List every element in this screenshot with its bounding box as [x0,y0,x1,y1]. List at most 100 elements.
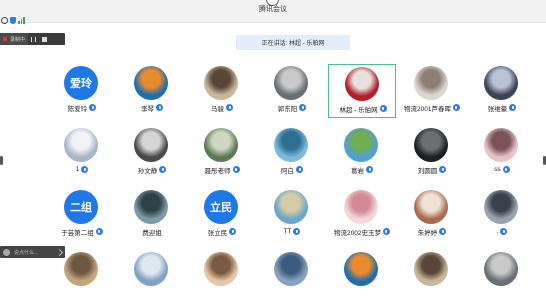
participant-tile[interactable]: 李琴 [118,64,186,118]
participant-tile[interactable] [468,250,536,304]
mic-icon[interactable] [299,104,307,111]
avatar [414,128,448,162]
signal-icon[interactable] [18,16,25,24]
participant-tile[interactable]: ss [468,126,536,180]
avatar [344,252,378,286]
participant-tile[interactable]: 张维豪 [468,64,536,118]
participant-name-row: 朱婷婷 [398,227,466,237]
participant-name: . [496,228,499,235]
avatar [484,252,518,286]
mic-icon[interactable] [509,104,517,111]
participant-tile[interactable]: 1 [48,126,116,180]
participant-tile[interactable]: 林超 - 乐舶网 [328,64,396,118]
participant-tile[interactable] [258,250,326,304]
participant-tile[interactable]: TT [258,188,326,242]
mic-icon[interactable] [229,228,237,235]
participant-tile[interactable]: 刘圆圆 [398,126,466,180]
prev-page-handle[interactable] [0,156,3,165]
avatar [274,66,308,100]
participant-name: 聂彤老师 [204,167,231,175]
participant-tile[interactable]: 朱婷婷 [398,188,466,242]
mic-icon[interactable] [500,228,508,235]
avatar [414,252,448,286]
participant-name-row: 于芸第二组 [48,227,116,237]
participant-name-row: 1 [48,165,116,174]
mic-icon[interactable] [156,104,163,111]
participant-name: 孙文静 [137,167,158,175]
mic-icon[interactable] [439,228,447,235]
avatar [484,190,518,224]
recording-label: 录制中 [10,36,26,43]
info-icon[interactable] [1,16,8,24]
participant-tile[interactable] [188,250,256,304]
participant-name-row: 葛岩 [328,165,396,175]
participant-tile[interactable]: 费迎姐 [118,188,186,242]
mic-icon[interactable] [452,104,460,111]
participant-name: 物流2002史玉梦 [334,229,381,237]
mic-icon[interactable] [439,166,447,173]
participant-name: 林超 - 乐舶网 [339,106,378,114]
participant-tile[interactable] [48,250,116,304]
participant-tile[interactable]: . [468,188,536,242]
send-icon[interactable] [55,248,64,256]
recording-indicator[interactable]: 录制中 [0,33,29,45]
avatar: 爱玲 [64,66,98,100]
mic-icon[interactable] [502,166,510,173]
mic-icon[interactable] [81,166,89,173]
avatar [274,190,308,224]
avatar: 二组 [64,190,98,224]
pause-icon [31,36,37,42]
participant-name-row: 马骏 [188,103,256,113]
stop-icon [42,36,48,42]
participant-tile[interactable]: 聂彤老师 [188,126,256,180]
participant-tile[interactable]: 葛岩 [328,126,396,180]
stop-recording-button[interactable] [39,33,50,45]
participant-name-row: 李琴 [118,103,186,113]
participant-tile[interactable] [398,250,466,304]
participant-name: 葛岩 [351,167,364,175]
participant-name: 陈爱玲 [67,105,88,113]
mic-icon[interactable] [226,104,233,111]
chat-input[interactable]: 说点什么... [0,246,65,258]
mic-icon[interactable] [232,166,240,173]
participant-name-row: 物流2001芦春晖 [398,103,466,113]
participant-tile[interactable] [328,250,396,304]
participant-name-row: ss [468,165,536,174]
mic-icon[interactable] [293,228,301,235]
mic-icon[interactable] [379,105,387,112]
participant-name: TT [283,228,292,235]
mic-icon[interactable] [382,228,390,235]
avatar: 立民 [204,190,238,224]
participant-name: 张维豪 [487,105,508,113]
mic-icon[interactable] [366,166,373,173]
participant-tile[interactable]: 孙文静 [118,126,186,180]
title-bar: 腾讯会议 [0,0,546,24]
pause-recording-button[interactable] [28,33,39,45]
mic-icon[interactable] [159,166,167,173]
mic-icon[interactable] [296,166,303,173]
mic-icon[interactable] [95,228,103,235]
participant-tile[interactable]: 郭东阳 [258,64,326,118]
participant-name-row: 刘圆圆 [398,165,466,175]
avatar [414,66,448,100]
avatar [204,66,238,100]
avatar [484,66,518,100]
participant-tile[interactable]: 物流2001芦春晖 [398,64,466,118]
participant-tile[interactable]: 阿白 [258,126,326,180]
shield-icon[interactable] [10,16,16,24]
participant-tile[interactable]: 马骏 [188,64,256,118]
participant-tile[interactable]: 物流2002史玉梦 [328,188,396,242]
avatar [204,252,238,286]
participant-tile[interactable]: 立民 张立民 [188,188,256,242]
app-title: 腾讯会议 [259,6,287,13]
chat-placeholder: 说点什么... [14,249,39,256]
participant-name: ss [494,166,501,173]
participant-tile[interactable]: 爱玲 陈爱玲 [48,64,116,118]
participant-name: 郭东阳 [277,105,298,113]
participant-name: 费迎姐 [142,229,162,237]
avatar [3,248,10,256]
mic-icon[interactable] [89,104,97,111]
participant-tile[interactable] [118,250,186,304]
participant-tile[interactable]: 二组 于芸第二组 [48,188,116,242]
participant-name: 朱婷婷 [417,229,438,237]
